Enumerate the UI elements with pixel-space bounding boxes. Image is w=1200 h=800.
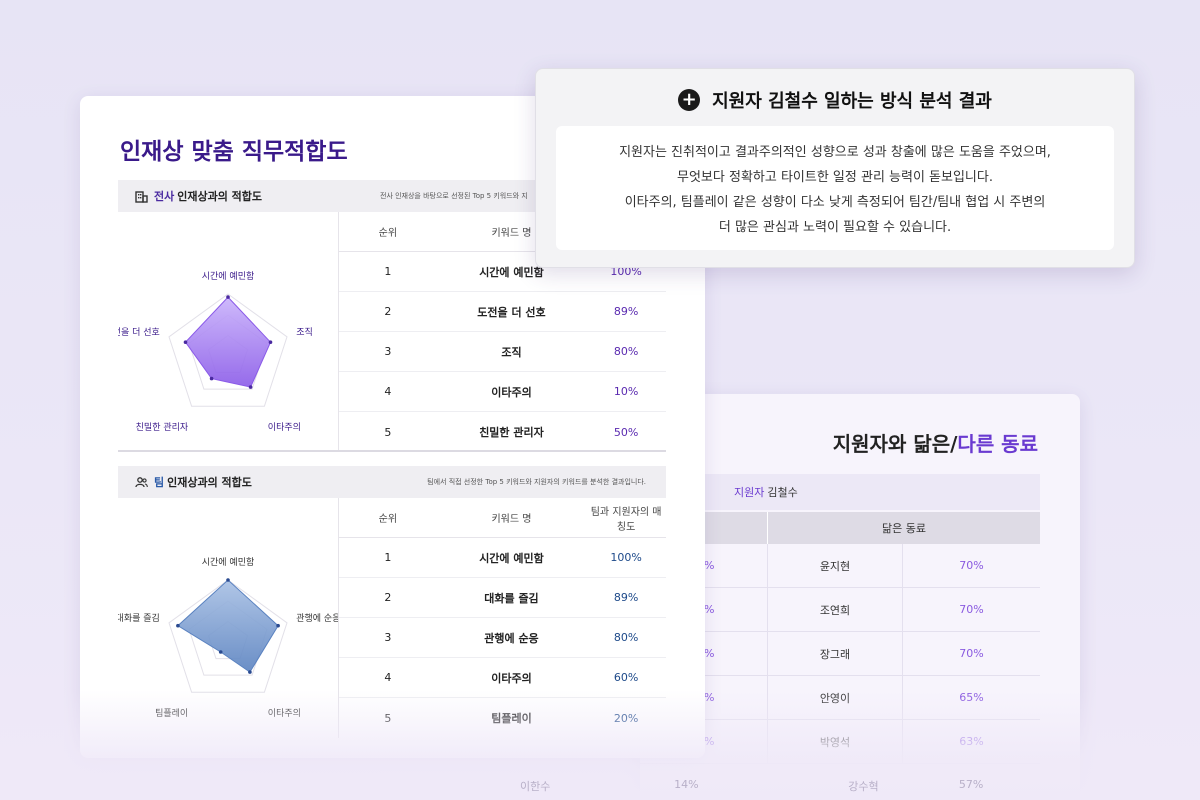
keyword-cell: 이타주의 [491, 385, 532, 399]
keyword-cell: 도전을 더 선호 [477, 305, 546, 319]
radar-label: 관행에 순응 [296, 612, 338, 624]
radar-point [248, 385, 253, 389]
radar-point [226, 578, 230, 582]
match-percent-cell: 50% [613, 425, 639, 439]
table-row: 1 시간에 예민함 100% [339, 538, 666, 578]
popup-title: 지원자 김철수 일하는 방식 분석 결과 [712, 91, 992, 112]
column-similar: 닮은 동료 [767, 512, 1040, 544]
table-row: 3 관행에 순응 80% [339, 618, 666, 658]
radar-point [248, 670, 252, 674]
popup-text-line: 무엇보다 정확하고 타이트한 일정 관리 능력이 돋보입니다. [677, 170, 993, 185]
rank-cell: 1 [384, 551, 392, 564]
keyword-cell: 시간에 예민함 [479, 551, 544, 565]
rank-cell: 1 [384, 265, 392, 278]
rank-cell: 2 [384, 591, 392, 604]
table-header: 순위 키워드 명 팀과 지원자의 매칭도 [339, 498, 666, 538]
faded-list-item: 이한수 14% 강수혁 57% [520, 778, 984, 793]
radar-point [218, 650, 223, 654]
similar-percent-cell: 70% [959, 647, 984, 660]
radar-label: 도전을 더 선호 [118, 327, 160, 338]
match-percent-cell: 80% [613, 345, 639, 358]
keyword-cell: 친밀한 관리자 [479, 426, 544, 439]
match-percent-cell: 89% [613, 305, 639, 318]
radar-label: 조직 [296, 327, 313, 338]
section-divider [118, 450, 666, 452]
radar-label: 이타주의 [268, 422, 301, 433]
similar-colleagues-title: 지원자와 닮은/다른 동료 [832, 432, 1038, 456]
rank-cell: 3 [384, 631, 392, 644]
keyword-cell: 관행에 순응 [484, 631, 539, 645]
colleague-name: 윤지현 [767, 544, 903, 587]
table-row: 2 도전을 더 선호 89% [339, 292, 666, 332]
building-icon [134, 189, 148, 203]
radar-label: 대화를 즐김 [118, 612, 160, 624]
colleague-name: 조연희 [767, 588, 903, 631]
match-percent-cell: 100% [610, 551, 642, 564]
keyword-cell: 이타주의 [491, 671, 532, 685]
popup-text-line: 지원자는 진취적이고 결과주의적인 성향으로 성과 창출에 많은 도움을 주었으… [619, 145, 1051, 160]
radar-point [209, 376, 214, 381]
keyword-cell: 대화를 즐김 [484, 591, 539, 605]
rank-cell: 4 [384, 671, 392, 684]
plus-circle-icon[interactable]: + [678, 89, 701, 111]
popup-header: + 지원자 김철수 일하는 방식 분석 결과 [536, 87, 1134, 113]
company-radar-chart: 시간에 예민함조직이타주의 친밀한 관리자 도전을 더 선호 [118, 271, 313, 433]
popup-text-line: 이타주의, 팀플레이 같은 성향이 다소 낮게 측정되어 팀간/팀내 협업 시 … [624, 195, 1046, 210]
radar-point [183, 340, 188, 344]
radar-point [176, 623, 180, 628]
radar-point [276, 623, 280, 628]
similar-percent-cell: 70% [959, 603, 984, 616]
radar-label: 시간에 예민함 [202, 271, 255, 282]
table-row: 4 이타주의 10% [339, 372, 666, 412]
people-icon [134, 475, 148, 489]
match-percent-cell: 10% [613, 385, 639, 398]
rank-cell: 5 [384, 425, 392, 439]
rank-cell: 3 [384, 345, 392, 358]
match-percent-cell: 80% [613, 631, 639, 644]
radar-point [226, 295, 230, 299]
rank-cell: 2 [384, 305, 392, 318]
radar-label: 시간에 예민함 [202, 557, 255, 568]
keyword-cell: 조직 [501, 345, 522, 359]
radar-value-area [184, 296, 272, 388]
analysis-result-popup: + 지원자 김철수 일하는 방식 분석 결과 지원자는 진취적이고 결과주의적인… [535, 68, 1135, 268]
match-percent-cell: 89% [613, 591, 639, 604]
rank-cell: 4 [384, 385, 392, 398]
popup-text-line: 더 많은 관심과 노력이 필요할 수 있습니다. [718, 220, 952, 235]
page-title: 인재상 맞춤 직무적합도 [120, 139, 348, 165]
popup-body: 지원자는 진취적이고 결과주의적인 성향으로 성과 창출에 많은 도움을 주었으… [556, 126, 1114, 250]
table-row: 5 친밀한 관리자 50% [339, 412, 666, 452]
table-row: 2 대화를 즐김 89% [339, 578, 666, 618]
table-row: 3 조직 80% [339, 332, 666, 372]
radar-point [268, 340, 273, 344]
team-fit-section-header: 팀 인재상과의 적합도 팀에서 직접 선정한 Top 5 키워드와 지원자의 키… [118, 466, 666, 498]
colleague-name: 장그래 [767, 632, 903, 675]
similar-percent-cell: 70% [959, 559, 984, 572]
radar-label: 친밀한 관리자 [136, 421, 189, 433]
match-percent-cell: 60% [613, 671, 639, 684]
